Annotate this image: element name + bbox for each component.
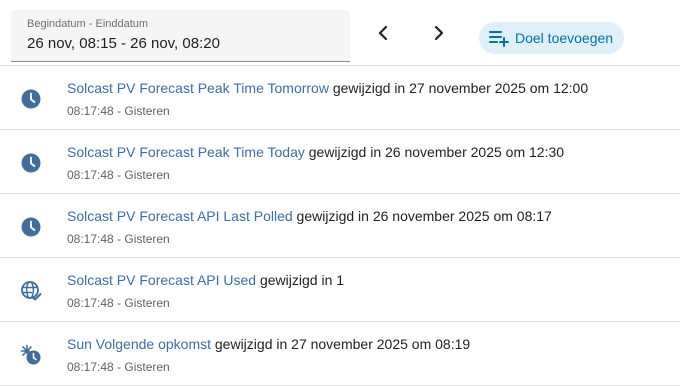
date-range-value: 26 nov, 08:15 - 26 nov, 08:20 [27, 35, 220, 52]
entry-title: Solcast PV Forecast API Last Polled gewi… [67, 208, 552, 224]
playlist-plus-icon [489, 31, 509, 47]
clock-icon [20, 152, 42, 174]
entry-title: Sun Volgende opkomst gewijzigd in 27 nov… [67, 336, 470, 352]
entity-link[interactable]: Sun Volgende opkomst [67, 336, 211, 352]
date-range-picker[interactable]: Begindatum - Einddatum 26 nov, 08:15 - 2… [11, 10, 350, 62]
entry-timestamp: 08:17:48 - Gisteren [67, 168, 170, 182]
entry-timestamp: 08:17:48 - Gisteren [67, 232, 170, 246]
next-period-button[interactable] [427, 21, 451, 45]
entity-link[interactable]: Solcast PV Forecast Peak Time Today [67, 144, 305, 160]
entry-message: gewijzigd in 27 november 2025 om 12:00 [328, 80, 589, 96]
entry-message: gewijzigd in 27 november 2025 om 08:19 [211, 336, 471, 352]
add-target-button[interactable]: Doel toevoegen [479, 22, 624, 54]
logbook-entry[interactable]: Solcast PV Forecast API Used gewijzigd i… [0, 258, 680, 322]
entry-timestamp: 08:17:48 - Gisteren [67, 360, 170, 374]
chevron-left-icon [378, 25, 388, 41]
entry-title: Solcast PV Forecast API Used gewijzigd i… [67, 272, 344, 288]
web-check-icon [20, 280, 42, 302]
entry-title: Solcast PV Forecast Peak Time Today gewi… [67, 144, 564, 160]
entry-title: Solcast PV Forecast Peak Time Tomorrow g… [67, 80, 588, 96]
clock-icon [20, 216, 42, 238]
logbook-entry[interactable]: Solcast PV Forecast API Last Polled gewi… [0, 194, 680, 258]
date-range-label: Begindatum - Einddatum [27, 18, 149, 30]
entity-link[interactable]: Solcast PV Forecast API Used [67, 272, 256, 288]
entry-message: gewijzigd in 1 [256, 272, 345, 288]
entry-message: gewijzigd in 26 november 2025 om 08:17 [292, 208, 552, 224]
chevron-right-icon [434, 25, 444, 41]
clock-icon [20, 88, 42, 110]
entity-link[interactable]: Solcast PV Forecast Peak Time Tomorrow [67, 80, 329, 96]
logbook-entry[interactable]: Sun Volgende opkomst gewijzigd in 27 nov… [0, 322, 680, 386]
toolbar: Begindatum - Einddatum 26 nov, 08:15 - 2… [0, 0, 680, 66]
previous-period-button[interactable] [371, 21, 395, 45]
logbook-entry[interactable]: Solcast PV Forecast Peak Time Tomorrow g… [0, 66, 680, 130]
add-target-label: Doel toevoegen [515, 30, 614, 46]
entry-message: gewijzigd in 26 november 2025 om 12:30 [304, 144, 565, 160]
logbook-list: Solcast PV Forecast Peak Time Tomorrow g… [0, 66, 680, 386]
entry-timestamp: 08:17:48 - Gisteren [67, 104, 170, 118]
entry-timestamp: 08:17:48 - Gisteren [67, 296, 170, 310]
entity-link[interactable]: Solcast PV Forecast API Last Polled [67, 208, 293, 224]
logbook-entry[interactable]: Solcast PV Forecast Peak Time Today gewi… [0, 130, 680, 194]
sun-clock-icon [20, 344, 42, 366]
